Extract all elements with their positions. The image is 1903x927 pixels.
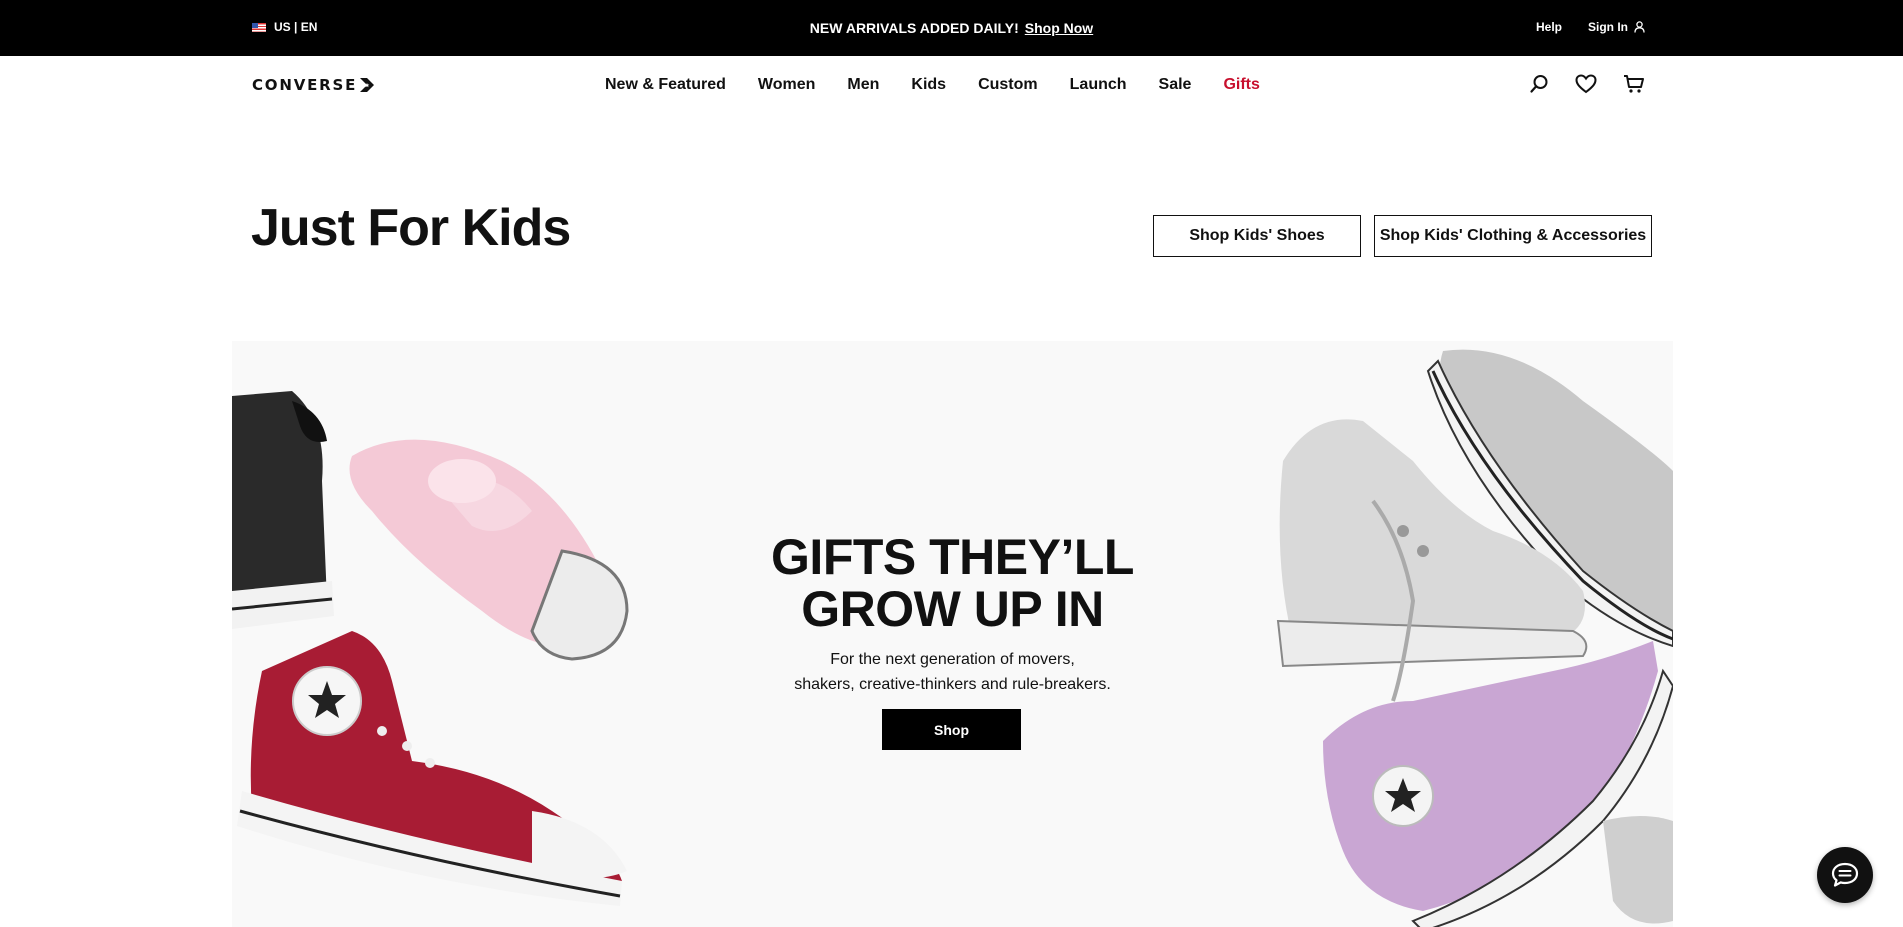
kids-shoes-right-image: [1276, 349, 1673, 927]
main-nav: CONVERSE New & Featured Women Men Kids C…: [0, 56, 1903, 116]
promo-shop-now-link[interactable]: Shop Now: [1025, 20, 1093, 36]
converse-logo[interactable]: CONVERSE: [252, 76, 375, 94]
nav-custom[interactable]: Custom: [978, 76, 1038, 94]
page-title: Just For Kids: [251, 199, 571, 257]
nav-sale[interactable]: Sale: [1159, 76, 1192, 94]
search-icon[interactable]: [1529, 74, 1549, 94]
nav-kids[interactable]: Kids: [911, 76, 946, 94]
shop-kids-shoes-button[interactable]: Shop Kids' Shoes: [1153, 215, 1361, 257]
nav-icons: [1529, 74, 1645, 94]
utility-links: Help Sign In: [1536, 20, 1645, 34]
user-icon: [1634, 21, 1645, 33]
sign-in-label: Sign In: [1588, 20, 1628, 34]
shop-kids-clothing-button[interactable]: Shop Kids' Clothing & Accessories: [1374, 215, 1652, 257]
hero-shop-button[interactable]: Shop: [882, 709, 1021, 750]
hero-banner: GIFTS THEY’LL GROW UP IN For the next ge…: [232, 341, 1673, 927]
heart-icon[interactable]: [1575, 74, 1597, 94]
sign-in-link[interactable]: Sign In: [1588, 20, 1645, 34]
promo-text: NEW ARRIVALS ADDED DAILY!: [809, 20, 1019, 36]
nav-launch[interactable]: Launch: [1070, 76, 1127, 94]
chat-icon: [1831, 862, 1859, 887]
chat-button[interactable]: [1817, 847, 1873, 903]
nav-links: New & Featured Women Men Kids Custom Lau…: [605, 76, 1260, 94]
help-link[interactable]: Help: [1536, 20, 1562, 34]
chevron-star-logo-icon: [360, 78, 375, 92]
promo-bar: US | EN NEW ARRIVALS ADDED DAILY! Shop No…: [0, 0, 1903, 56]
logo-text: CONVERSE: [252, 76, 358, 94]
nav-new-featured[interactable]: New & Featured: [605, 76, 726, 94]
nav-gifts[interactable]: Gifts: [1223, 76, 1259, 94]
nav-women[interactable]: Women: [758, 76, 815, 94]
cart-icon[interactable]: [1623, 74, 1645, 94]
nav-men[interactable]: Men: [847, 76, 879, 94]
